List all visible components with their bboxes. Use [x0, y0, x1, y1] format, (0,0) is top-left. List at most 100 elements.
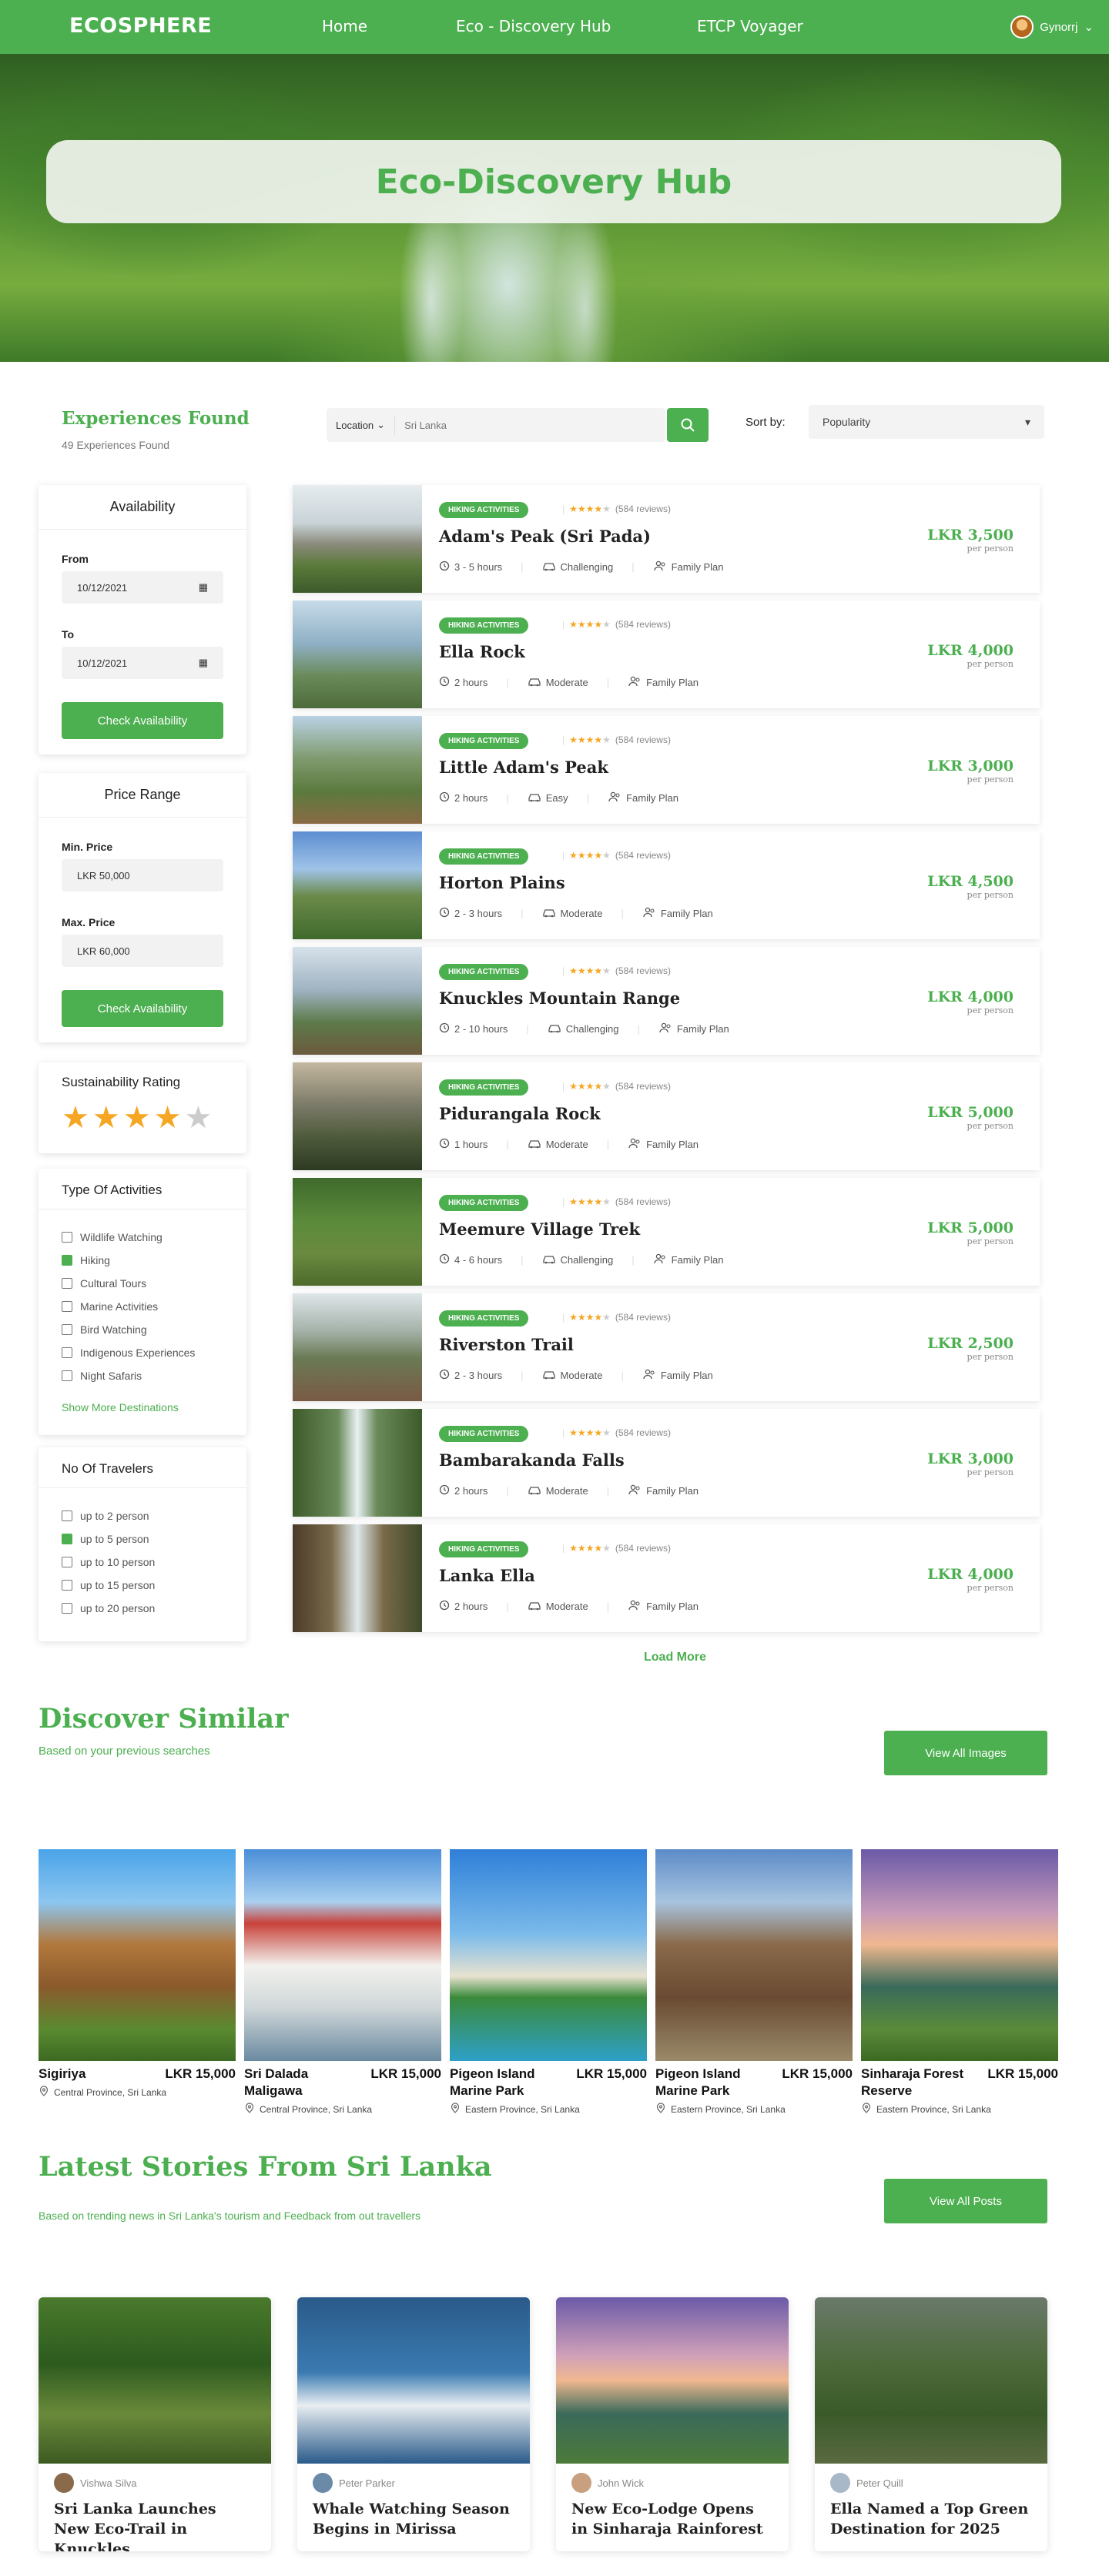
activity-option[interactable]: Night Safaris [62, 1364, 195, 1387]
listing-title[interactable]: Adam's Peak (Sri Pada) [439, 527, 651, 546]
listing-image[interactable] [293, 1409, 422, 1517]
brand-logo[interactable]: ECOSPHERE [69, 14, 212, 38]
nav-link-eco-discovery-hub[interactable]: Eco - Discovery Hub [456, 17, 611, 35]
listing-title[interactable]: Meemure Village Trek [439, 1219, 640, 1239]
traveler-option[interactable]: up to 20 person [62, 1597, 155, 1620]
search-button[interactable] [667, 408, 709, 442]
discover-image[interactable] [861, 1849, 1058, 2061]
star-icon[interactable]: ★ [62, 1102, 89, 1133]
discover-image[interactable] [655, 1849, 853, 2061]
listing-card[interactable]: HIKING ACTIVITIES | ★★★★★ (584 reviews) Rive… [293, 1293, 1040, 1401]
story-card[interactable]: Peter Parker Whale Watching Season Begins… [297, 2297, 530, 2551]
listing-title[interactable]: Pidurangala Rock [439, 1104, 601, 1123]
checkbox[interactable] [62, 1255, 72, 1266]
listing-title[interactable]: Riverston Trail [439, 1335, 574, 1354]
checkbox[interactable] [62, 1510, 72, 1521]
activity-option[interactable]: Hiking [62, 1249, 195, 1272]
listing-card[interactable]: HIKING ACTIVITIES | ★★★★★ (584 reviews) Meem… [293, 1178, 1040, 1286]
star-icon[interactable]: ★ [123, 1102, 151, 1133]
story-image[interactable] [39, 2297, 271, 2464]
story-title[interactable]: New Eco-Lodge Opens in Sinharaja Rainfor… [556, 2499, 789, 2539]
star-icon[interactable]: ★ [154, 1102, 182, 1133]
listing-card[interactable]: HIKING ACTIVITIES | ★★★★★ (584 reviews) Lank… [293, 1524, 1040, 1632]
sustainability-stars[interactable]: ★ ★ ★ ★ ★ [62, 1102, 212, 1133]
view-all-posts-button[interactable]: View All Posts [884, 2179, 1047, 2223]
discover-card[interactable]: Sri Dalada Maligawa LKR 15,000 Central Pro… [244, 1849, 441, 2116]
listing-image[interactable] [293, 1293, 422, 1401]
activity-option[interactable]: Cultural Tours [62, 1272, 195, 1295]
checkbox[interactable] [62, 1347, 72, 1358]
user-menu[interactable]: Gynorrj ⌄ [1010, 15, 1094, 38]
listing-image[interactable] [293, 1062, 422, 1170]
view-all-images-button[interactable]: View All Images [884, 1731, 1047, 1775]
story-card[interactable]: Vishwa Silva Sri Lanka Launches New Eco-T… [39, 2297, 271, 2551]
checkbox[interactable] [62, 1232, 72, 1243]
show-more-link[interactable]: Show More Destinations [62, 1401, 179, 1413]
activity-option[interactable]: Wildlife Watching [62, 1226, 195, 1249]
listing-title[interactable]: Knuckles Mountain Range [439, 989, 680, 1008]
checkbox[interactable] [62, 1534, 72, 1544]
star-icon[interactable]: ★ [92, 1102, 120, 1133]
checkbox[interactable] [62, 1370, 72, 1381]
max-price-input[interactable]: LKR 60,000 [62, 935, 223, 967]
activity-option[interactable]: Indigenous Experiences [62, 1341, 195, 1364]
story-card[interactable]: Peter Quill Ella Named a Top Green Destin… [815, 2297, 1047, 2551]
listing-title[interactable]: Bambarakanda Falls [439, 1450, 625, 1470]
discover-image[interactable] [244, 1849, 441, 2061]
story-title[interactable]: Whale Watching Season Begins in Mirissa [297, 2499, 530, 2539]
listing-image[interactable] [293, 1524, 422, 1632]
listing-card[interactable]: HIKING ACTIVITIES | ★★★★★ (584 reviews) Litt… [293, 716, 1040, 824]
listing-card[interactable]: HIKING ACTIVITIES | ★★★★★ (584 reviews) Bamb… [293, 1409, 1040, 1517]
listing-image[interactable] [293, 485, 422, 593]
discover-card[interactable]: Sigiriya LKR 15,000 Central Province, Sri … [39, 1849, 236, 2099]
checkbox[interactable] [62, 1301, 72, 1312]
discover-image[interactable] [450, 1849, 647, 2061]
listing-image[interactable] [293, 716, 422, 824]
discover-card[interactable]: Pigeon Island Marine Park LKR 15,000 Easte… [655, 1849, 853, 2116]
nav-link-etcp-voyager[interactable]: ETCP Voyager [697, 17, 803, 35]
story-image[interactable] [556, 2297, 789, 2464]
story-title[interactable]: Ella Named a Top Green Destination for 2… [815, 2499, 1047, 2539]
listing-card[interactable]: HIKING ACTIVITIES | ★★★★★ (584 reviews) Pidu… [293, 1062, 1040, 1170]
discover-card[interactable]: Pigeon Island Marine Park LKR 15,000 Easte… [450, 1849, 647, 2116]
checkbox[interactable] [62, 1603, 72, 1614]
checkbox[interactable] [62, 1278, 72, 1289]
checkbox[interactable] [62, 1324, 72, 1335]
listing-card[interactable]: HIKING ACTIVITIES | ★★★★★ (584 reviews) Knuc… [293, 947, 1040, 1055]
story-card[interactable]: John Wick New Eco-Lodge Opens in Sinharaj… [556, 2297, 789, 2551]
activity-option[interactable]: Marine Activities [62, 1295, 195, 1318]
listing-image[interactable] [293, 831, 422, 939]
traveler-option[interactable]: up to 10 person [62, 1551, 155, 1574]
traveler-option[interactable]: up to 15 person [62, 1574, 155, 1597]
min-price-input[interactable]: LKR 50,000 [62, 859, 223, 892]
activity-option[interactable]: Bird Watching [62, 1318, 195, 1341]
listing-title[interactable]: Horton Plains [439, 873, 565, 892]
checkbox[interactable] [62, 1557, 72, 1567]
check-price-button[interactable]: Check Availability [62, 990, 223, 1027]
checkbox[interactable] [62, 1580, 72, 1591]
load-more-button[interactable]: Load More [644, 1651, 706, 1664]
nav-link-home[interactable]: Home [322, 17, 367, 35]
search-input[interactable] [395, 419, 665, 431]
listing-title[interactable]: Ella Rock [439, 642, 525, 661]
story-image[interactable] [815, 2297, 1047, 2464]
from-date-input[interactable]: 10/12/2021 ▦ [62, 571, 223, 604]
listing-title[interactable]: Lanka Ella [439, 1566, 535, 1585]
listing-card[interactable]: HIKING ACTIVITIES | ★★★★★ (584 reviews) Hort… [293, 831, 1040, 939]
listing-image[interactable] [293, 947, 422, 1055]
listing-card[interactable]: HIKING ACTIVITIES | ★★★★★ (584 reviews) Adam… [293, 485, 1040, 593]
traveler-option[interactable]: up to 5 person [62, 1527, 155, 1551]
location-dropdown[interactable]: Location ⌄ [327, 415, 396, 435]
discover-image[interactable] [39, 1849, 236, 2061]
to-date-input[interactable]: 10/12/2021 ▦ [62, 647, 223, 679]
discover-card[interactable]: Sinharaja Forest Reserve LKR 15,000 Easter… [861, 1849, 1058, 2116]
traveler-option[interactable]: up to 2 person [62, 1504, 155, 1527]
story-title[interactable]: Sri Lanka Launches New Eco-Trail in Knuc… [39, 2499, 271, 2551]
star-icon[interactable]: ★ [184, 1102, 212, 1133]
listing-image[interactable] [293, 601, 422, 708]
listing-image[interactable] [293, 1178, 422, 1286]
story-image[interactable] [297, 2297, 530, 2464]
check-availability-button[interactable]: Check Availability [62, 702, 223, 739]
sort-select[interactable]: Popularity ▾ [809, 405, 1044, 439]
listing-card[interactable]: HIKING ACTIVITIES | ★★★★★ (584 reviews) Ella… [293, 601, 1040, 708]
